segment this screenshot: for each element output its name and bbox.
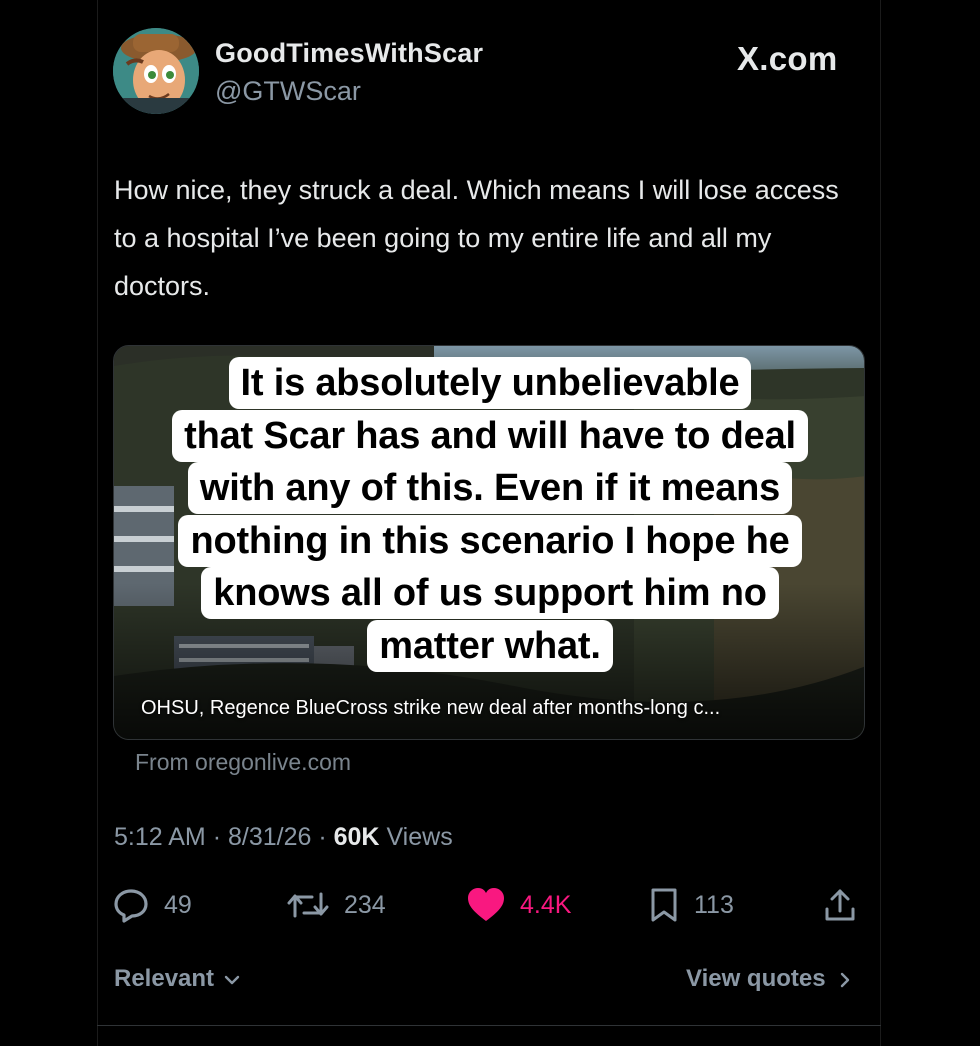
separator-dot: · <box>318 823 334 851</box>
heart-icon <box>468 888 504 921</box>
caption-line: knows all of us support him no <box>201 567 779 619</box>
caption-line: nothing in this scenario I hope he <box>178 514 802 567</box>
tweet-text: How nice, they struck a deal. Which mean… <box>114 175 839 301</box>
share-button[interactable] <box>822 885 872 925</box>
bookmark-button[interactable]: 113 <box>648 885 734 925</box>
chevron-down-icon <box>224 975 239 984</box>
bookmark-count: 113 <box>694 890 734 919</box>
card-source[interactable]: From oregonlive.com <box>135 749 351 776</box>
bookmark-icon <box>651 888 677 922</box>
caption-line: matter what. <box>367 619 613 672</box>
tweet-meta: 5:12 AM · 8/31/26 · 60K Views <box>114 823 453 852</box>
tweet-date[interactable]: 8/31/26 <box>228 823 311 851</box>
caption-line: that Scar has and will have to deal <box>172 409 808 462</box>
avatar[interactable] <box>113 28 199 114</box>
sort-dropdown[interactable]: Relevant <box>114 965 241 993</box>
views-label: Views <box>386 823 453 851</box>
share-icon <box>825 889 855 921</box>
like-count: 4.4K <box>520 890 572 919</box>
reply-icon <box>114 889 148 923</box>
repost-icon <box>287 892 329 918</box>
separator-dot: · <box>212 823 228 851</box>
views-count: 60K <box>333 823 380 851</box>
sort-label: Relevant <box>114 965 215 992</box>
tweet-time[interactable]: 5:12 AM <box>114 823 206 851</box>
author-display-name[interactable]: GoodTimesWithScar <box>215 38 483 69</box>
view-quotes-link[interactable]: View quotes <box>686 965 852 993</box>
chevron-right-icon <box>841 972 850 987</box>
reply-count: 49 <box>164 890 192 919</box>
card-headline[interactable]: OHSU, Regence BlueCross strike new deal … <box>141 697 720 720</box>
caption-line: with any of this. Even if it means <box>187 462 793 514</box>
repost-button[interactable]: 234 <box>286 885 386 925</box>
view-quotes-label: View quotes <box>686 965 826 992</box>
x-brand-logo: X.com <box>737 40 838 77</box>
repost-count: 234 <box>344 890 386 919</box>
divider <box>97 1025 881 1026</box>
like-button[interactable]: 4.4K <box>466 885 571 925</box>
overlay-caption: It is absolutely unbelievable that Scar … <box>0 357 980 672</box>
caption-line: It is absolutely unbelievable <box>228 357 752 409</box>
reply-button[interactable]: 49 <box>112 885 192 925</box>
author-handle[interactable]: @GTWScar <box>215 76 361 107</box>
